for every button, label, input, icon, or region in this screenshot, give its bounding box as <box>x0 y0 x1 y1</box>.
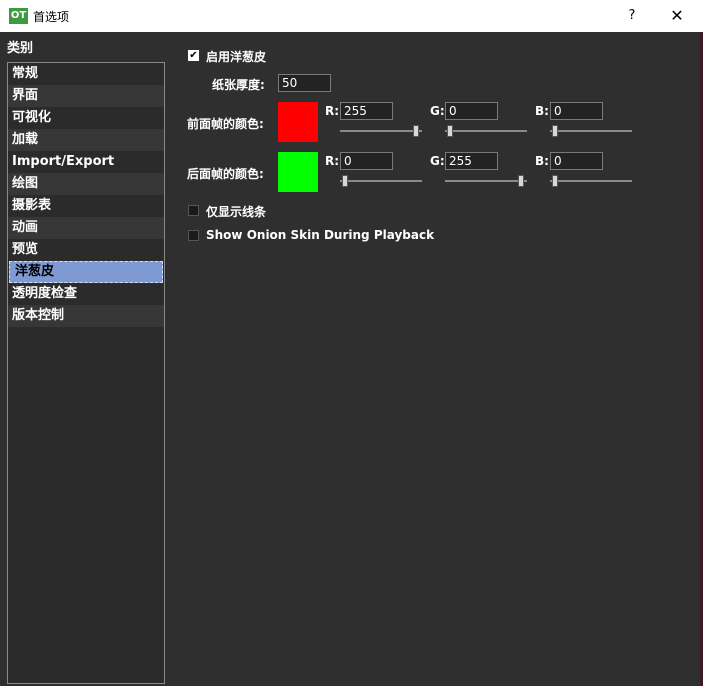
front-color-label: 前面帧的颜色: <box>187 117 264 131</box>
playback-onion-checkbox[interactable] <box>188 230 199 241</box>
back-r-field[interactable]: 0 <box>340 152 393 170</box>
enable-onion-skin-label: 启用洋葱皮 <box>206 50 267 64</box>
back-color-swatch[interactable] <box>278 152 318 192</box>
slider-handle[interactable] <box>552 175 558 187</box>
front-g-slider[interactable] <box>445 125 527 137</box>
paper-thickness-label: 纸张厚度: <box>212 78 265 92</box>
paper-thickness-field[interactable]: 50 <box>278 74 331 92</box>
category-header: 类别 <box>7 41 34 56</box>
category-item-version-control[interactable]: 版本控制 <box>8 305 164 327</box>
front-g-field[interactable]: 0 <box>445 102 498 120</box>
front-b-field[interactable]: 0 <box>550 102 603 120</box>
slider-track <box>340 130 422 132</box>
category-item-transparency-check[interactable]: 透明度检查 <box>8 283 164 305</box>
slider-handle[interactable] <box>413 125 419 137</box>
close-button[interactable]: ✕ <box>667 6 687 26</box>
category-item-import-export[interactable]: Import/Export <box>8 151 164 173</box>
back-b-label: B: <box>535 154 549 168</box>
front-r-field[interactable]: 255 <box>340 102 393 120</box>
category-list: 常规 界面 可视化 加载 Import/Export 绘图 摄影表 动画 预览 … <box>7 62 165 684</box>
back-b-slider[interactable] <box>550 175 632 187</box>
category-item-onion-skin[interactable]: 洋葱皮 <box>9 261 163 283</box>
category-item-animation[interactable]: 动画 <box>8 217 164 239</box>
lines-only-label: 仅显示线条 <box>206 205 267 219</box>
back-g-slider[interactable] <box>445 175 527 187</box>
slider-track <box>340 180 422 182</box>
help-button[interactable]: ? <box>622 6 642 26</box>
back-g-field[interactable]: 255 <box>445 152 498 170</box>
back-g-label: G: <box>430 154 445 168</box>
front-b-label: B: <box>535 104 549 118</box>
front-r-label: R: <box>325 104 340 118</box>
enable-onion-skin-checkbox[interactable]: ✔ <box>188 50 199 61</box>
front-g-label: G: <box>430 104 445 118</box>
lines-only-checkbox[interactable] <box>188 205 199 216</box>
back-color-label: 后面帧的颜色: <box>187 167 264 181</box>
category-item-drawing[interactable]: 绘图 <box>8 173 164 195</box>
front-r-slider[interactable] <box>340 125 422 137</box>
category-item-general[interactable]: 常规 <box>8 63 164 85</box>
window-title: 首选项 <box>33 10 70 24</box>
back-r-slider[interactable] <box>340 175 422 187</box>
front-color-swatch[interactable] <box>278 102 318 142</box>
category-item-visualization[interactable]: 可视化 <box>8 107 164 129</box>
title-bar: OT 首选项 ? ✕ <box>0 0 703 32</box>
playback-onion-label: Show Onion Skin During Playback <box>206 228 435 242</box>
slider-handle[interactable] <box>552 125 558 137</box>
slider-handle[interactable] <box>447 125 453 137</box>
slider-handle[interactable] <box>518 175 524 187</box>
slider-handle[interactable] <box>342 175 348 187</box>
category-item-xsheet[interactable]: 摄影表 <box>8 195 164 217</box>
slider-track <box>550 130 632 132</box>
front-b-slider[interactable] <box>550 125 632 137</box>
preferences-panel: 类别 常规 界面 可视化 加载 Import/Export 绘图 摄影表 动画 … <box>0 32 700 686</box>
category-item-loading[interactable]: 加载 <box>8 129 164 151</box>
back-r-label: R: <box>325 154 340 168</box>
slider-track <box>445 180 527 182</box>
category-item-interface[interactable]: 界面 <box>8 85 164 107</box>
slider-track <box>445 130 527 132</box>
category-item-preview[interactable]: 预览 <box>8 239 164 261</box>
slider-track <box>550 180 632 182</box>
back-b-field[interactable]: 0 <box>550 152 603 170</box>
app-logo-icon: OT <box>9 8 28 24</box>
